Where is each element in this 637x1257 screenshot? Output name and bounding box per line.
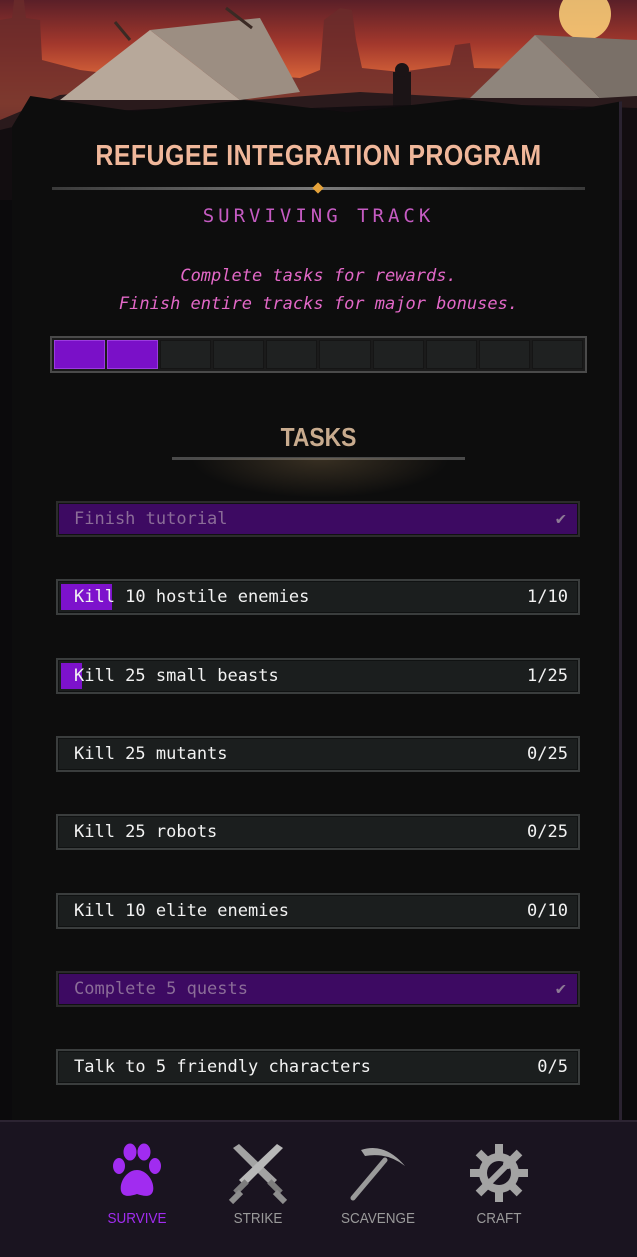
progress-segment xyxy=(160,340,212,369)
task-label: Finish tutorial xyxy=(74,509,228,529)
progress-segment xyxy=(319,340,371,369)
gear-wrench-icon xyxy=(470,1144,528,1202)
task-row[interactable]: Kill 25 robots 0/25 xyxy=(56,814,580,850)
task-row[interactable]: Finish tutorial ✔ xyxy=(56,501,580,537)
tasks-heading: TASKS xyxy=(280,422,357,452)
task-row[interactable]: Kill 25 small beasts 1/25 xyxy=(56,658,580,694)
task-progress-count: 1/10 xyxy=(527,587,568,607)
track-name: SURVIVING TRACK xyxy=(202,205,435,227)
bottom-nav: SURVIVE STRIKE SCAVENGE CRAFT xyxy=(0,1120,637,1257)
nav-scavenge[interactable]: SCAVENGE xyxy=(333,1142,423,1227)
task-label: Kill 10 elite enemies xyxy=(74,901,289,921)
task-progress-count: 0/25 xyxy=(527,744,568,764)
progress-segment xyxy=(372,340,424,369)
nav-survive[interactable]: SURVIVE xyxy=(92,1142,182,1227)
page-title: REFUGEE INTEGRATION PROGRAM xyxy=(95,140,542,172)
nav-strike[interactable]: STRIKE xyxy=(213,1142,303,1227)
nav-strike-label: STRIKE xyxy=(233,1210,283,1227)
nav-craft-label: CRAFT xyxy=(476,1210,522,1227)
progress-segment xyxy=(213,340,265,369)
task-row[interactable]: Kill 10 hostile enemies 1/10 xyxy=(56,579,580,615)
pickaxe-icon xyxy=(350,1148,405,1201)
nav-survive-label: SURVIVE xyxy=(107,1210,167,1227)
task-label: Kill 25 robots xyxy=(74,822,218,842)
task-progress-count: 0/5 xyxy=(537,1057,568,1077)
task-progress-count: 0/25 xyxy=(527,822,568,842)
checkmark-icon: ✔ xyxy=(555,979,566,999)
checkmark-icon: ✔ xyxy=(555,509,566,529)
description-line-1: Complete tasks for rewards. xyxy=(180,266,457,286)
nav-craft[interactable]: CRAFT xyxy=(454,1142,544,1227)
task-progress-count: 0/10 xyxy=(527,901,568,921)
progress-segment xyxy=(266,340,318,369)
progress-segment xyxy=(107,340,159,369)
task-row[interactable]: Kill 25 mutants 0/25 xyxy=(56,736,580,772)
tasks-heading-glow xyxy=(190,458,450,498)
crossed-blades-icon xyxy=(228,1144,288,1204)
task-label: Talk to 5 friendly characters xyxy=(74,1057,371,1077)
description-line-2: Finish entire tracks for major bonuses. xyxy=(118,294,519,314)
task-row[interactable]: Complete 5 quests ✔ xyxy=(56,971,580,1007)
track-progress-bar xyxy=(50,336,587,373)
progress-segment xyxy=(531,340,583,369)
task-label: Kill 10 hostile enemies xyxy=(74,587,310,607)
task-progress-count: 1/25 xyxy=(527,666,568,686)
task-row[interactable]: Kill 10 elite enemies 0/10 xyxy=(56,893,580,929)
task-row[interactable]: Talk to 5 friendly characters 0/5 xyxy=(56,1049,580,1085)
paw-icon xyxy=(113,1143,161,1196)
task-label: Kill 25 small beasts xyxy=(74,666,279,686)
nav-scavenge-label: SCAVENGE xyxy=(340,1210,416,1227)
task-label: Complete 5 quests xyxy=(74,979,248,999)
task-label: Kill 25 mutants xyxy=(74,744,228,764)
progress-segment xyxy=(54,340,106,369)
progress-segment xyxy=(478,340,530,369)
progress-segment xyxy=(425,340,477,369)
